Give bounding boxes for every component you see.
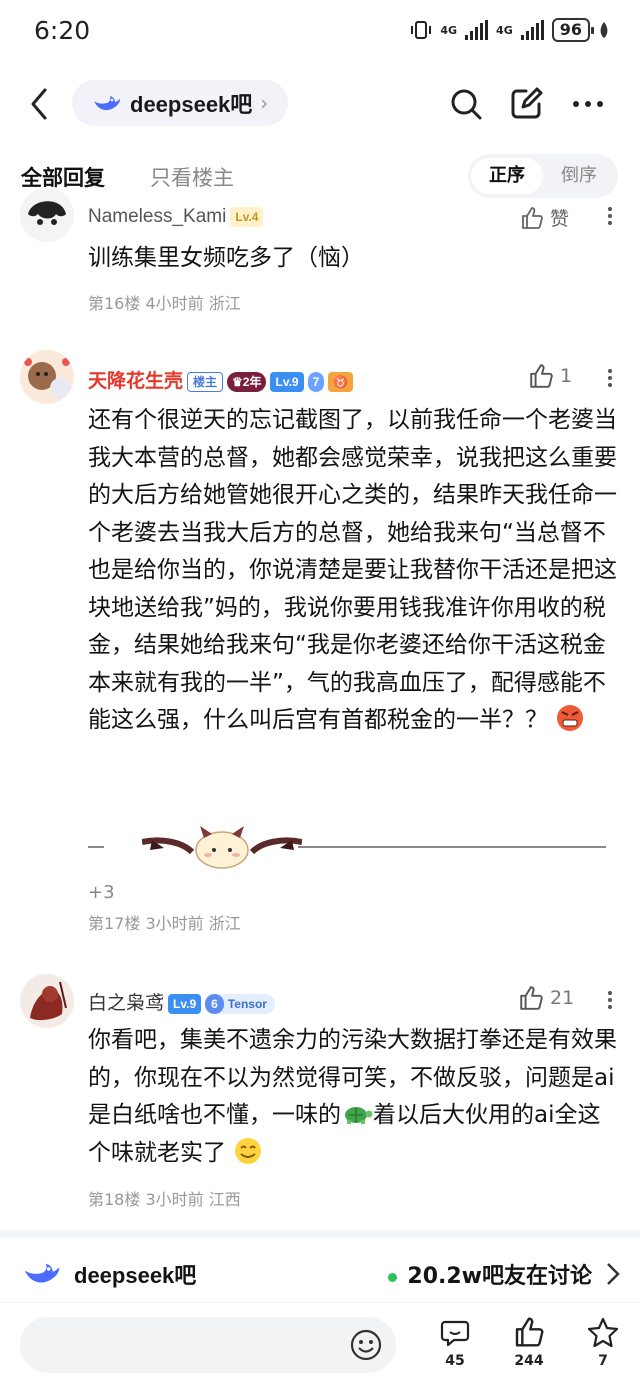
- order-desc-option[interactable]: 倒序: [543, 158, 615, 194]
- comment-icon: [440, 1320, 470, 1347]
- taurus-icon: ♉: [328, 371, 354, 392]
- comment-more-icon[interactable]: [608, 988, 614, 1012]
- deepseek-logo-icon: [94, 96, 120, 111]
- like-button[interactable]: 赞: [520, 204, 569, 231]
- comment-text: 还有个很逆天的忘记截图了，以前我任命一个老婆当我大本营的总督，她都会感觉荣幸，说…: [88, 402, 623, 740]
- chevron-right-icon: [607, 1263, 620, 1285]
- signal-icon-2: [520, 20, 544, 40]
- comments-count: 45: [445, 1353, 465, 1369]
- member-level-badge: 7: [307, 371, 325, 392]
- forum-bar[interactable]: deepseek吧 20.2w吧友在讨论: [0, 1230, 640, 1302]
- comment-meta: 第17楼 3小时前 浙江: [88, 910, 241, 934]
- emoji-icon[interactable]: [350, 1329, 382, 1361]
- sticker-divider: [88, 822, 608, 872]
- likes-count: 244: [514, 1353, 544, 1369]
- reply-input[interactable]: [20, 1317, 396, 1373]
- network-label-2: 4G: [496, 23, 513, 37]
- top-nav: deepseek吧 ›: [0, 64, 640, 144]
- deepseek-logo-icon: [24, 1263, 60, 1283]
- post-time: 3小时前: [145, 914, 204, 933]
- username[interactable]: Nameless_Kami: [88, 206, 226, 227]
- floor-number: 第18楼: [88, 1190, 141, 1209]
- comment-meta: 第18楼 3小时前 江西: [88, 1186, 241, 1210]
- tensor-badge: 6 Tensor: [205, 993, 275, 1014]
- comment-more-icon[interactable]: [608, 204, 614, 228]
- comment-text-content: 还有个很逆天的忘记截图了，以前我任命一个老婆当我大本营的总督，她都会感觉荣幸，说…: [88, 407, 617, 733]
- comment-16: Nameless_Kami Lv.4 赞 训练集里女频吃多了（恼） 第16楼 4小…: [0, 188, 640, 326]
- favorite-button[interactable]: 7: [578, 1317, 628, 1369]
- comment-meta: 第16楼 4小时前 浙江: [88, 290, 241, 314]
- avatar[interactable]: [20, 350, 74, 404]
- thumbs-up-icon: [515, 1317, 544, 1347]
- more-icon[interactable]: [570, 86, 606, 122]
- post-location: 浙江: [208, 914, 241, 933]
- search-icon[interactable]: [448, 86, 484, 122]
- years-badge: ♛2年: [227, 371, 267, 392]
- post-location: 浙江: [208, 294, 241, 313]
- status-icons: 4G 4G 96: [410, 18, 610, 42]
- status-bar: 6:20 4G 4G 96: [0, 0, 640, 64]
- comments-button[interactable]: 45: [430, 1317, 480, 1369]
- post-time: 4小时前: [145, 294, 204, 313]
- forum-entry-button[interactable]: deepseek吧 ›: [72, 80, 288, 126]
- like-button[interactable]: 1: [528, 364, 572, 388]
- level-badge: Lv.9: [270, 371, 304, 392]
- devil-cat-sticker-icon: [142, 826, 302, 869]
- favorites-count: 7: [598, 1353, 608, 1369]
- comment-text: 你看吧，集美不遗余力的污染大数据打拳还是有效果的，你现在不以为然觉得可笑，不做反…: [88, 1022, 623, 1172]
- level-badge: Lv.4: [230, 206, 264, 227]
- order-asc-option[interactable]: 正序: [471, 158, 543, 194]
- forum-bar-name: deepseek吧: [74, 1263, 197, 1288]
- tab-only-op[interactable]: 只看楼主: [150, 162, 234, 192]
- star-icon: [587, 1317, 619, 1348]
- comment-text: 训练集里女频吃多了（恼）: [88, 245, 364, 271]
- like-count: 1: [560, 365, 573, 387]
- forum-name: deepseek吧: [130, 92, 253, 117]
- battery-icon: 96: [551, 18, 595, 42]
- thumbs-up-icon: [520, 986, 543, 1010]
- likes-button[interactable]: 244: [504, 1317, 554, 1369]
- floor-number: 第17楼: [88, 914, 141, 933]
- reply-filter-tabs: 全部回复 只看楼主 正序 倒序: [0, 148, 640, 204]
- network-label-1: 4G: [440, 23, 458, 37]
- turtle-emoji-icon: [345, 1107, 373, 1124]
- like-label: 赞: [550, 208, 570, 230]
- thumbs-up-icon: [530, 364, 553, 388]
- crown-icon: ♛: [232, 374, 243, 389]
- comment-18: 白之枭鸢 Lv.9 6 Tensor 21 你看吧，集美不遗余力的污染大数据打拳还是有…: [0, 970, 640, 1220]
- post-time: 3小时前: [145, 1190, 204, 1209]
- smile-emoji-icon: [235, 1137, 262, 1164]
- leaf-icon: [600, 22, 608, 38]
- forum-bar-stat-text: 20.2w吧友在讨论: [407, 1264, 592, 1289]
- status-time: 6:20: [34, 16, 91, 45]
- order-toggle: 正序 倒序: [468, 154, 618, 198]
- avatar[interactable]: [20, 188, 74, 242]
- back-icon[interactable]: [26, 86, 52, 122]
- signal-icon: [465, 20, 489, 40]
- thumbs-up-icon: [522, 206, 543, 229]
- comment-17: 天降花生壳 楼主 ♛2年 Lv.9 7 ♉ 1 还有个很逆天的忘记截图了，以前我任命一个老…: [0, 346, 640, 946]
- vibrate-icon: [411, 21, 432, 39]
- username[interactable]: 白之枭鸢: [88, 992, 164, 1014]
- edit-icon[interactable]: [508, 86, 544, 122]
- tab-all-replies[interactable]: 全部回复: [21, 162, 105, 192]
- like-button[interactable]: 21: [518, 986, 574, 1010]
- op-badge: 楼主: [187, 371, 224, 392]
- chevron-right-icon: ›: [260, 91, 269, 115]
- angry-emoji-icon: [557, 705, 584, 731]
- username[interactable]: 天降花生壳: [88, 370, 183, 392]
- tensor-label: Tensor: [227, 996, 267, 1011]
- years-label: 2年: [242, 374, 262, 389]
- post-location: 江西: [208, 1190, 241, 1209]
- online-dot-icon: [388, 1272, 398, 1282]
- forum-bar-stat: 20.2w吧友在讨论: [388, 1258, 592, 1290]
- like-count: 21: [550, 987, 575, 1009]
- comment-more-icon[interactable]: [608, 366, 614, 390]
- more-count[interactable]: +3: [88, 882, 115, 903]
- member-level-badge: 6: [205, 993, 224, 1014]
- floor-number: 第16楼: [88, 294, 141, 313]
- bottom-action-bar: 45 244 7: [0, 1302, 640, 1387]
- avatar[interactable]: [20, 974, 74, 1028]
- level-badge: Lv.9: [168, 993, 202, 1014]
